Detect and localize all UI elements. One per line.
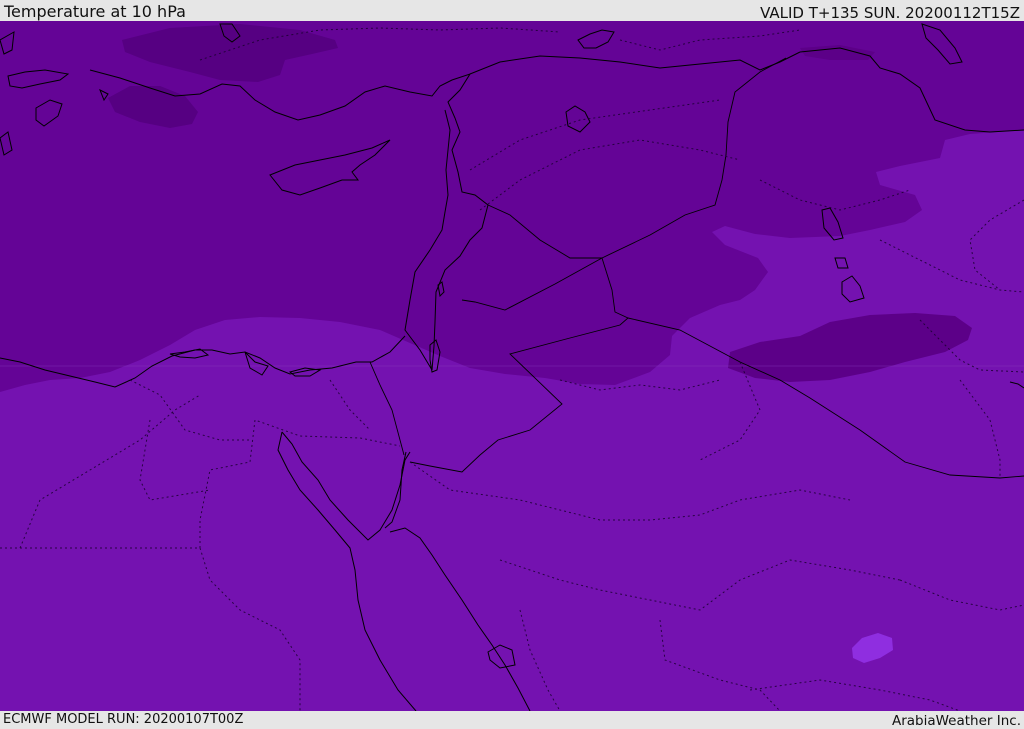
valid-time: VALID T+135 SUN. 20200112T15Z [760, 4, 1020, 22]
model-run-label: ECMWF MODEL RUN: 20200107T00Z [3, 712, 244, 727]
map-title: Temperature at 10 hPa [4, 2, 186, 21]
credit-label: ArabiaWeather Inc. [891, 713, 1021, 729]
footer-bar: ECMWF MODEL RUN: 20200107T00Z ArabiaWeat… [0, 711, 1024, 729]
header-bar: Temperature at 10 hPa VALID T+135 SUN. 2… [0, 0, 1024, 21]
temperature-map[interactable] [0, 21, 1024, 711]
map-canvas [0, 21, 1024, 711]
